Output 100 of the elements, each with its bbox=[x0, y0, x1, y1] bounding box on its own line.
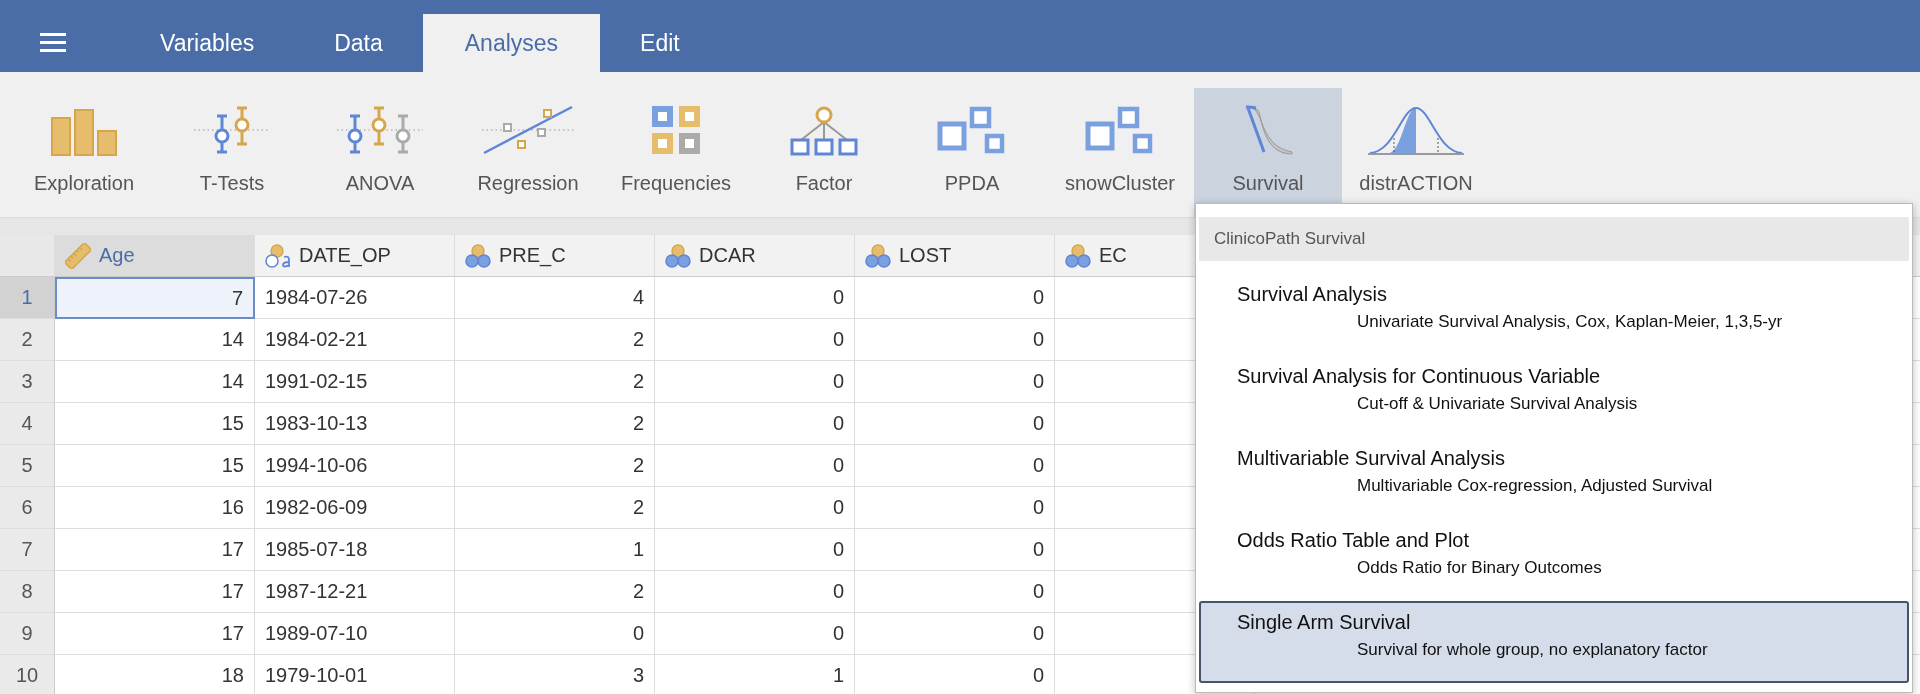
toolbar-button[interactable]: snowCluster bbox=[1046, 88, 1194, 218]
table-cell: 0 bbox=[855, 487, 1055, 529]
table-cell: 0 bbox=[855, 655, 1055, 694]
menu-header: ClinicoPath Survival bbox=[1199, 217, 1909, 261]
table-cell: 2 bbox=[455, 571, 655, 613]
table-cell: 14 bbox=[55, 319, 255, 361]
toolbar-button[interactable]: distrACTION bbox=[1342, 88, 1490, 218]
row-number[interactable]: 5 bbox=[0, 445, 55, 487]
toolbar-button[interactable]: ANOVA bbox=[306, 88, 454, 218]
table-cell: 0 bbox=[655, 277, 855, 319]
column-header[interactable]: PRE_C bbox=[455, 235, 655, 277]
row-number[interactable]: 7 bbox=[0, 529, 55, 571]
column-header[interactable]: DCAR bbox=[655, 235, 855, 277]
nominal-icon bbox=[465, 243, 491, 268]
tab[interactable]: Edit bbox=[600, 14, 720, 72]
table-cell: 0 bbox=[655, 361, 855, 403]
menu-item[interactable]: Odds Ratio Table and Plot Odds Ratio for Binary Outcomes bbox=[1199, 519, 1909, 601]
row-number[interactable]: 8 bbox=[0, 571, 55, 613]
table-cell: 15 bbox=[55, 445, 255, 487]
nominal-icon bbox=[865, 243, 891, 268]
row-number[interactable]: 10 bbox=[0, 655, 55, 694]
table-cell: 4 bbox=[455, 277, 655, 319]
table-cell: 2 bbox=[455, 487, 655, 529]
column-name: EC bbox=[1099, 244, 1127, 267]
table-cell: 1984-07-26 bbox=[255, 277, 455, 319]
table-cell: 0 bbox=[855, 319, 1055, 361]
table-cell: 0 bbox=[655, 445, 855, 487]
row-number[interactable]: 3 bbox=[0, 361, 55, 403]
nominal-text-icon bbox=[265, 242, 291, 269]
scatter-line-icon bbox=[480, 104, 576, 156]
tree-icon bbox=[789, 104, 859, 156]
menu-item[interactable]: Single Arm Survival Survival for whole group, no explanatory factor bbox=[1199, 601, 1909, 683]
table-cell: 16 bbox=[55, 487, 255, 529]
table-cell: 0 bbox=[655, 403, 855, 445]
squares-icon bbox=[937, 104, 1007, 156]
column-header[interactable]: DATE_OP bbox=[255, 235, 455, 277]
table-cell: 1991-02-15 bbox=[255, 361, 455, 403]
toolbar-button[interactable]: Factor bbox=[750, 88, 898, 218]
bell-curve-icon bbox=[1368, 104, 1464, 156]
table-cell: 1 bbox=[455, 529, 655, 571]
toolbar-button[interactable]: Regression bbox=[454, 88, 602, 218]
nominal-icon bbox=[665, 243, 691, 268]
table-cell: 0 bbox=[855, 571, 1055, 613]
table-cell: 0 bbox=[855, 613, 1055, 655]
nominal-icon bbox=[1065, 243, 1091, 268]
toolbar-button[interactable]: Exploration bbox=[10, 88, 158, 218]
row-number[interactable]: 1 bbox=[0, 277, 55, 319]
table-cell: 1994-10-06 bbox=[255, 445, 455, 487]
tab[interactable]: Variables bbox=[120, 14, 295, 72]
table-cell: 0 bbox=[855, 403, 1055, 445]
table-cell: 15 bbox=[55, 403, 255, 445]
table-cell: 2 bbox=[455, 403, 655, 445]
table-cell: 1987-12-21 bbox=[255, 571, 455, 613]
table-cell: 0 bbox=[655, 529, 855, 571]
table-cell: 0 bbox=[455, 613, 655, 655]
grid-corner bbox=[0, 235, 55, 277]
table-cell: 0 bbox=[655, 613, 855, 655]
table-cell: 17 bbox=[55, 613, 255, 655]
table-cell: 1984-02-21 bbox=[255, 319, 455, 361]
row-number[interactable]: 9 bbox=[0, 613, 55, 655]
squares-icon bbox=[1085, 104, 1155, 156]
table-cell: 0 bbox=[655, 487, 855, 529]
grid-squares-icon bbox=[650, 104, 702, 156]
table-cell: 0 bbox=[855, 277, 1055, 319]
table-cell: 1989-07-10 bbox=[255, 613, 455, 655]
toolbar-button[interactable]: PPDA bbox=[898, 88, 1046, 218]
tab[interactable]: Analyses bbox=[422, 14, 601, 72]
column-name: DATE_OP bbox=[299, 244, 391, 267]
table-cell: 0 bbox=[855, 361, 1055, 403]
table-cell: 2 bbox=[455, 361, 655, 403]
column-name: Age bbox=[99, 244, 135, 267]
column-name: PRE_C bbox=[499, 244, 566, 267]
column-header[interactable]: Age bbox=[55, 235, 255, 277]
table-cell: 0 bbox=[855, 445, 1055, 487]
table-cell: 7 bbox=[55, 277, 255, 319]
toolbar-button[interactable]: Frequencies bbox=[602, 88, 750, 218]
tab[interactable]: Data bbox=[294, 14, 423, 72]
table-cell: 18 bbox=[55, 655, 255, 694]
toolbar-button[interactable]: T-Tests bbox=[158, 88, 306, 218]
menu-item[interactable]: Survival Analysis for Continuous Variable Cut-off & Univariate Survival Analysis bbox=[1199, 355, 1909, 437]
table-cell: 1983-10-13 bbox=[255, 403, 455, 445]
table-cell: 0 bbox=[855, 529, 1055, 571]
table-cell: 0 bbox=[655, 571, 855, 613]
column-header[interactable]: LOST bbox=[855, 235, 1055, 277]
table-cell: 2 bbox=[455, 319, 655, 361]
row-number[interactable]: 6 bbox=[0, 487, 55, 529]
table-cell: 17 bbox=[55, 571, 255, 613]
column-name: DCAR bbox=[699, 244, 756, 267]
table-cell: 0 bbox=[655, 319, 855, 361]
table-cell: 1985-07-18 bbox=[255, 529, 455, 571]
table-cell: 3 bbox=[455, 655, 655, 694]
column-name: LOST bbox=[899, 244, 952, 267]
table-cell: 1979-10-01 bbox=[255, 655, 455, 694]
row-number[interactable]: 2 bbox=[0, 319, 55, 361]
menu-item[interactable]: Multivariable Survival Analysis Multivariable Cox-regression, Adjusted Survival bbox=[1199, 437, 1909, 519]
table-cell: 1 bbox=[655, 655, 855, 694]
table-cell: 14 bbox=[55, 361, 255, 403]
menu-icon bbox=[40, 32, 66, 52]
row-number[interactable]: 4 bbox=[0, 403, 55, 445]
table-cell: 17 bbox=[55, 529, 255, 571]
